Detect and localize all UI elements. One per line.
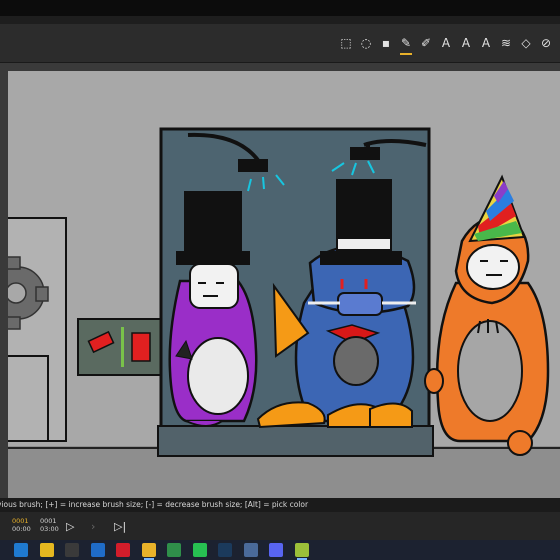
workspace	[0, 63, 560, 498]
discord-icon[interactable]	[269, 543, 283, 557]
edge-icon[interactable]	[14, 543, 28, 557]
chrome-icon[interactable]	[167, 543, 181, 557]
timeline-bar: 0001 00:00 0001 03:00 ▷ › ▷|	[0, 512, 560, 540]
start-grid-icon[interactable]	[65, 543, 79, 557]
drawing-canvas[interactable]	[8, 71, 560, 498]
tool-row: ⬚ ◌ ▪ ✎ ✐ A A A ≋ ◇ ⊘	[338, 34, 554, 55]
status-hint-text: vious brush; [+] = increase brush size; …	[0, 500, 309, 509]
status-bar: vious brush; [+] = increase brush size; …	[0, 498, 560, 512]
file-explorer-icon[interactable]	[39, 543, 54, 557]
drawing-app-icon[interactable]	[141, 543, 156, 557]
total-frame-number: 0001	[40, 517, 57, 525]
pen-tool-icon[interactable]: ✎	[398, 34, 414, 55]
eraser-tool-icon[interactable]: ⊘	[538, 34, 554, 52]
control-panel-drawing	[77, 318, 163, 376]
orange-character	[424, 174, 550, 456]
tool-toolbar: ⬚ ◌ ▪ ✎ ✐ A A A ≋ ◇ ⊘	[0, 24, 560, 63]
lasso-free-icon[interactable]: ◌	[358, 34, 374, 52]
total-time: 03:00	[40, 525, 59, 533]
last-frame-icon[interactable]: ▷|	[114, 520, 126, 533]
total-frame-readout: 0001 03:00	[40, 517, 60, 533]
outlook-icon[interactable]	[90, 543, 105, 557]
current-frame-readout: 0001 00:00	[12, 517, 32, 533]
steam-icon[interactable]	[218, 543, 232, 557]
whatsapp-icon[interactable]	[192, 543, 207, 557]
brush-c-icon[interactable]: A	[478, 34, 494, 52]
play-icon[interactable]: ▷	[66, 520, 74, 533]
next-frame-icon[interactable]: ›	[91, 520, 95, 533]
drawing-artwork	[8, 127, 560, 498]
current-time: 00:00	[12, 525, 31, 533]
lasso-select-icon[interactable]: ⬚	[338, 34, 354, 52]
brush-b-icon[interactable]: A	[458, 34, 474, 52]
windows-taskbar	[0, 540, 560, 560]
smudge-tool-icon[interactable]: ≋	[498, 34, 514, 52]
pencil-tool-icon[interactable]: ✐	[418, 34, 434, 52]
brush-a-icon[interactable]: A	[438, 34, 454, 52]
opera-icon[interactable]	[116, 543, 130, 557]
fill-bucket-icon[interactable]: ▪	[378, 34, 394, 52]
blur-tool-icon[interactable]: ◇	[518, 34, 534, 52]
game-icon[interactable]	[243, 543, 258, 557]
window-title-bar	[0, 0, 560, 16]
paint-icon[interactable]	[294, 543, 309, 557]
current-frame-number: 0001	[12, 517, 29, 525]
